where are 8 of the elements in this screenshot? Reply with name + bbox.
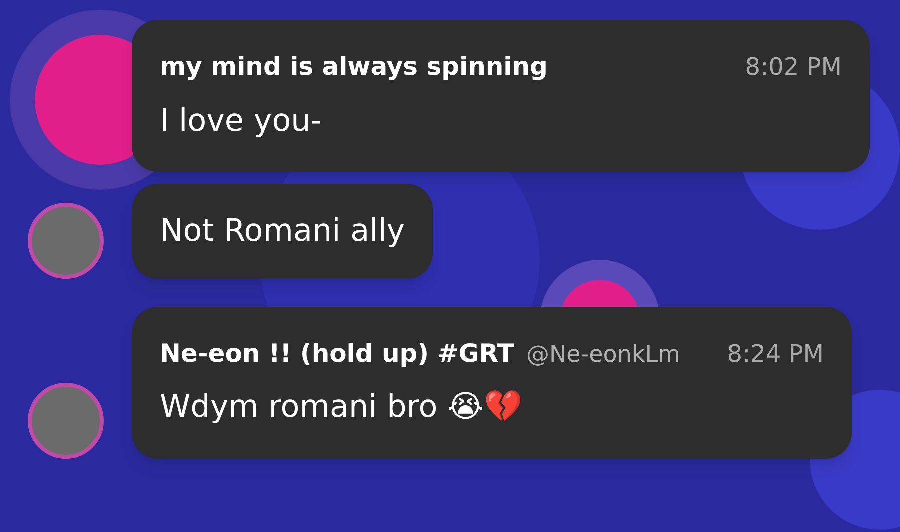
author-name[interactable]: my mind is always spinning [160,48,548,86]
author-name[interactable]: Ne-eon !! (hold up) #GRT [160,334,514,372]
message-text: Not Romani ally [160,213,406,249]
timestamp: 8:24 PM [726,338,824,370]
message-text: Wdym romani bro 😭💔 [160,389,523,425]
message-text: I love you- [160,102,322,138]
author-handle: @Ne-eonkLm [526,340,680,370]
timestamp: 8:02 PM [744,52,842,83]
